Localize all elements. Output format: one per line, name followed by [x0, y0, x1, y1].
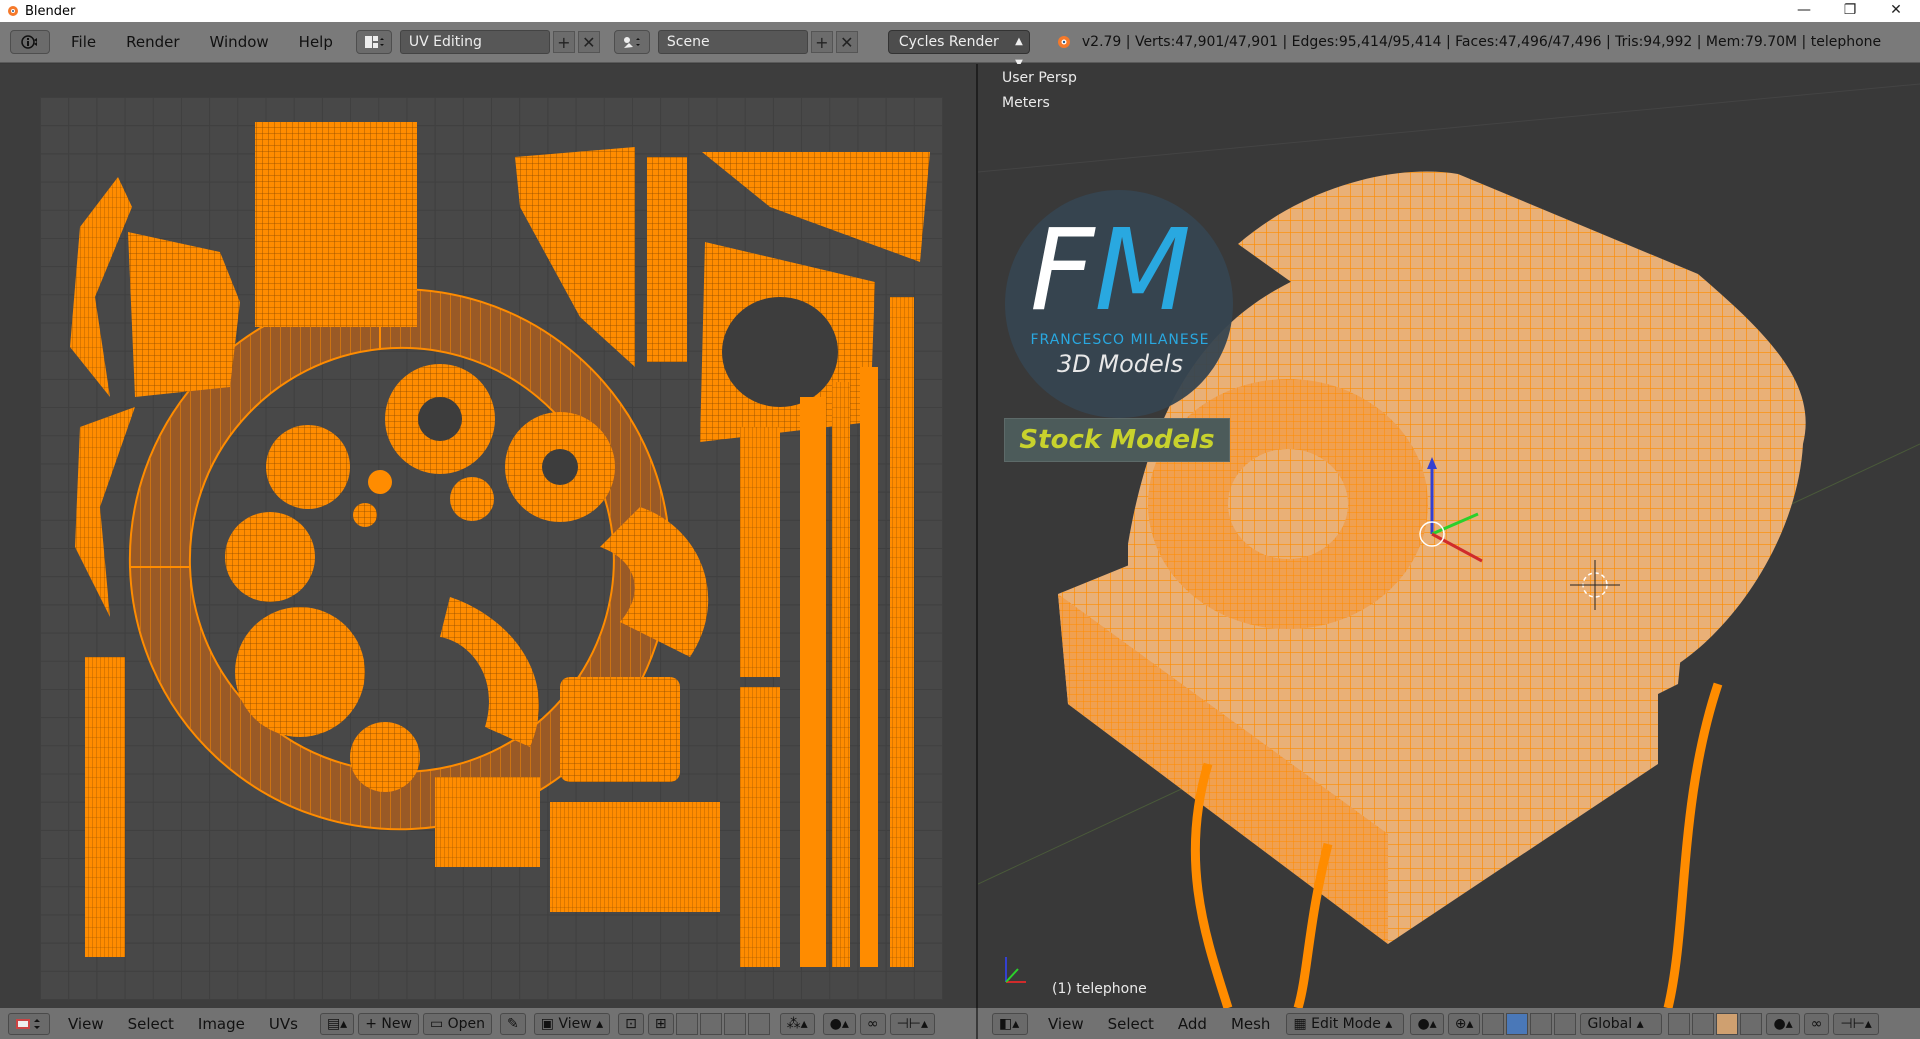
- add-scene-icon[interactable]: +: [810, 31, 833, 53]
- uv-menu-uvs[interactable]: UVs: [257, 1015, 310, 1033]
- info-icon: [21, 35, 37, 49]
- snap-target-icon[interactable]: ⊣⊢▴: [1833, 1012, 1879, 1035]
- snap-toggle-icon[interactable]: ∞: [1803, 1012, 1830, 1035]
- mode-label: Edit Mode: [1311, 1015, 1381, 1032]
- cube-icon: ◧▴: [999, 1015, 1020, 1032]
- add-screen-icon[interactable]: +: [552, 31, 575, 53]
- image-editor-icon: [16, 1018, 40, 1029]
- view3d-menu-mesh[interactable]: Mesh: [1219, 1015, 1283, 1033]
- open-image-label: Open: [447, 1015, 486, 1032]
- logo-letter-m: M: [1094, 206, 1192, 336]
- proportional-editing-select[interactable]: ●▴: [1766, 1012, 1800, 1035]
- pin-icon[interactable]: ✎: [500, 1012, 526, 1035]
- uv-menu-image[interactable]: Image: [186, 1015, 257, 1033]
- scene-field[interactable]: Scene: [657, 30, 808, 54]
- menu-window[interactable]: Window: [195, 22, 284, 63]
- window-titlebar: Blender — ❐ ✕: [0, 0, 1920, 22]
- proportional-edit-icon[interactable]: ●▴: [822, 1012, 856, 1035]
- view3d-header: ◧▴ View Select Add Mesh ▦ Edit Mode ▴ ●▴…: [978, 1008, 1920, 1039]
- view3d-menu-view[interactable]: View: [1036, 1015, 1096, 1033]
- plus-icon: +: [365, 1015, 382, 1032]
- uv-menu-view[interactable]: View: [56, 1015, 116, 1033]
- stock-models-badge: Stock Models: [1004, 418, 1230, 462]
- info-header: File Render Window Help UV Editing + ✕ S…: [0, 22, 1920, 69]
- screen-layout-field[interactable]: UV Editing: [399, 30, 550, 54]
- delete-scene-icon[interactable]: ✕: [835, 31, 858, 53]
- uv-menu-select[interactable]: Select: [116, 1015, 186, 1033]
- new-image-button[interactable]: + New: [358, 1012, 419, 1035]
- edge-select-icon[interactable]: [699, 1012, 722, 1035]
- close-icon[interactable]: ✕: [1874, 0, 1918, 22]
- snap-icon[interactable]: ∞: [859, 1012, 886, 1035]
- uv-image-editor[interactable]: [0, 64, 976, 1008]
- editor-type-info-button[interactable]: [10, 30, 50, 54]
- orientation-label: Global: [1587, 1015, 1633, 1032]
- orientation-select[interactable]: Global ▴: [1580, 1012, 1663, 1035]
- edit-mode-icon: ▦: [1293, 1015, 1312, 1032]
- uv-editor-header: View Select Image UVs ▤▴ + New ▭ Open ✎ …: [0, 1008, 976, 1039]
- logo-tagline: 3D Models: [1057, 350, 1183, 378]
- view-mode-label: View: [558, 1015, 592, 1032]
- island-select-icon[interactable]: [747, 1012, 770, 1035]
- layout-grid-icon: [364, 36, 384, 48]
- translate-icon[interactable]: [1506, 1012, 1529, 1035]
- logo-author-name: FRANCESCO MILANESE: [1030, 332, 1210, 348]
- scene-icon: [623, 37, 640, 48]
- view-name-label: User Persp: [1002, 70, 1077, 86]
- blender-logo-icon: [1057, 36, 1070, 48]
- open-image-button[interactable]: ▭ Open: [422, 1012, 493, 1035]
- minimize-icon[interactable]: —: [1782, 0, 1826, 22]
- pivot-icon[interactable]: ⊡: [618, 1012, 644, 1035]
- image-browse-button[interactable]: ▤▴: [319, 1012, 355, 1035]
- new-image-label: New: [381, 1015, 412, 1032]
- units-label: Meters: [1002, 95, 1050, 111]
- folder-icon: ▭: [429, 1015, 448, 1032]
- mode-select[interactable]: ▦ Edit Mode ▴: [1286, 1012, 1405, 1035]
- rotate-icon[interactable]: [1530, 1012, 1553, 1035]
- viewport-shading-select[interactable]: ●▴: [1410, 1012, 1444, 1035]
- delete-screen-icon[interactable]: ✕: [577, 31, 600, 53]
- screen-layout-browse-button[interactable]: [355, 30, 392, 54]
- editor-type-3d-button[interactable]: ◧▴: [992, 1012, 1028, 1035]
- view-mode-icon: ▣: [540, 1015, 559, 1032]
- view3d-menu-select[interactable]: Select: [1096, 1015, 1166, 1033]
- restore-icon[interactable]: ❐: [1828, 0, 1872, 22]
- snap-element-icon[interactable]: ⊣⊢▴: [889, 1012, 936, 1035]
- menu-render[interactable]: Render: [111, 22, 194, 63]
- pivot-point-select[interactable]: ⊕▴: [1447, 1012, 1481, 1035]
- editor-type-uv-button[interactable]: [8, 1012, 50, 1035]
- sync-selection-icon[interactable]: ⊞: [647, 1012, 674, 1035]
- fm-logo-letters: FM: [1030, 215, 1191, 327]
- uv-islands[interactable]: [40, 97, 943, 1000]
- menu-help[interactable]: Help: [284, 22, 348, 63]
- window-title: Blender: [25, 3, 76, 19]
- occlude-geometry-icon[interactable]: [1740, 1012, 1763, 1035]
- menu-file[interactable]: File: [56, 22, 111, 63]
- sticky-mode-icon[interactable]: ⁂▴: [779, 1012, 815, 1035]
- scale-icon[interactable]: [1554, 1012, 1577, 1035]
- manipulator-toggle-icon[interactable]: [1482, 1012, 1505, 1035]
- view3d-menu-add[interactable]: Add: [1166, 1015, 1219, 1033]
- view-mode-select[interactable]: ▣ View ▴: [533, 1012, 611, 1035]
- face-select-icon[interactable]: [723, 1012, 746, 1035]
- vertex-mode-icon[interactable]: [1668, 1012, 1691, 1035]
- logo-letter-f: F: [1030, 206, 1095, 336]
- scene-statistics: v2.79 | Verts:47,901/47,901 | Edges:95,4…: [1081, 34, 1882, 50]
- render-engine-label: Cycles Render: [898, 34, 999, 50]
- scene-browse-button[interactable]: [613, 30, 650, 54]
- render-engine-select[interactable]: Cycles Render ▲▼: [887, 30, 1030, 69]
- blender-logo-icon: [8, 6, 18, 16]
- image-browse-icon: ▤▴: [326, 1015, 348, 1032]
- edge-mode-icon[interactable]: [1692, 1012, 1715, 1035]
- vertex-select-icon[interactable]: [675, 1012, 698, 1035]
- face-mode-icon[interactable]: [1716, 1012, 1739, 1035]
- active-object-label: (1) telephone: [1052, 981, 1147, 997]
